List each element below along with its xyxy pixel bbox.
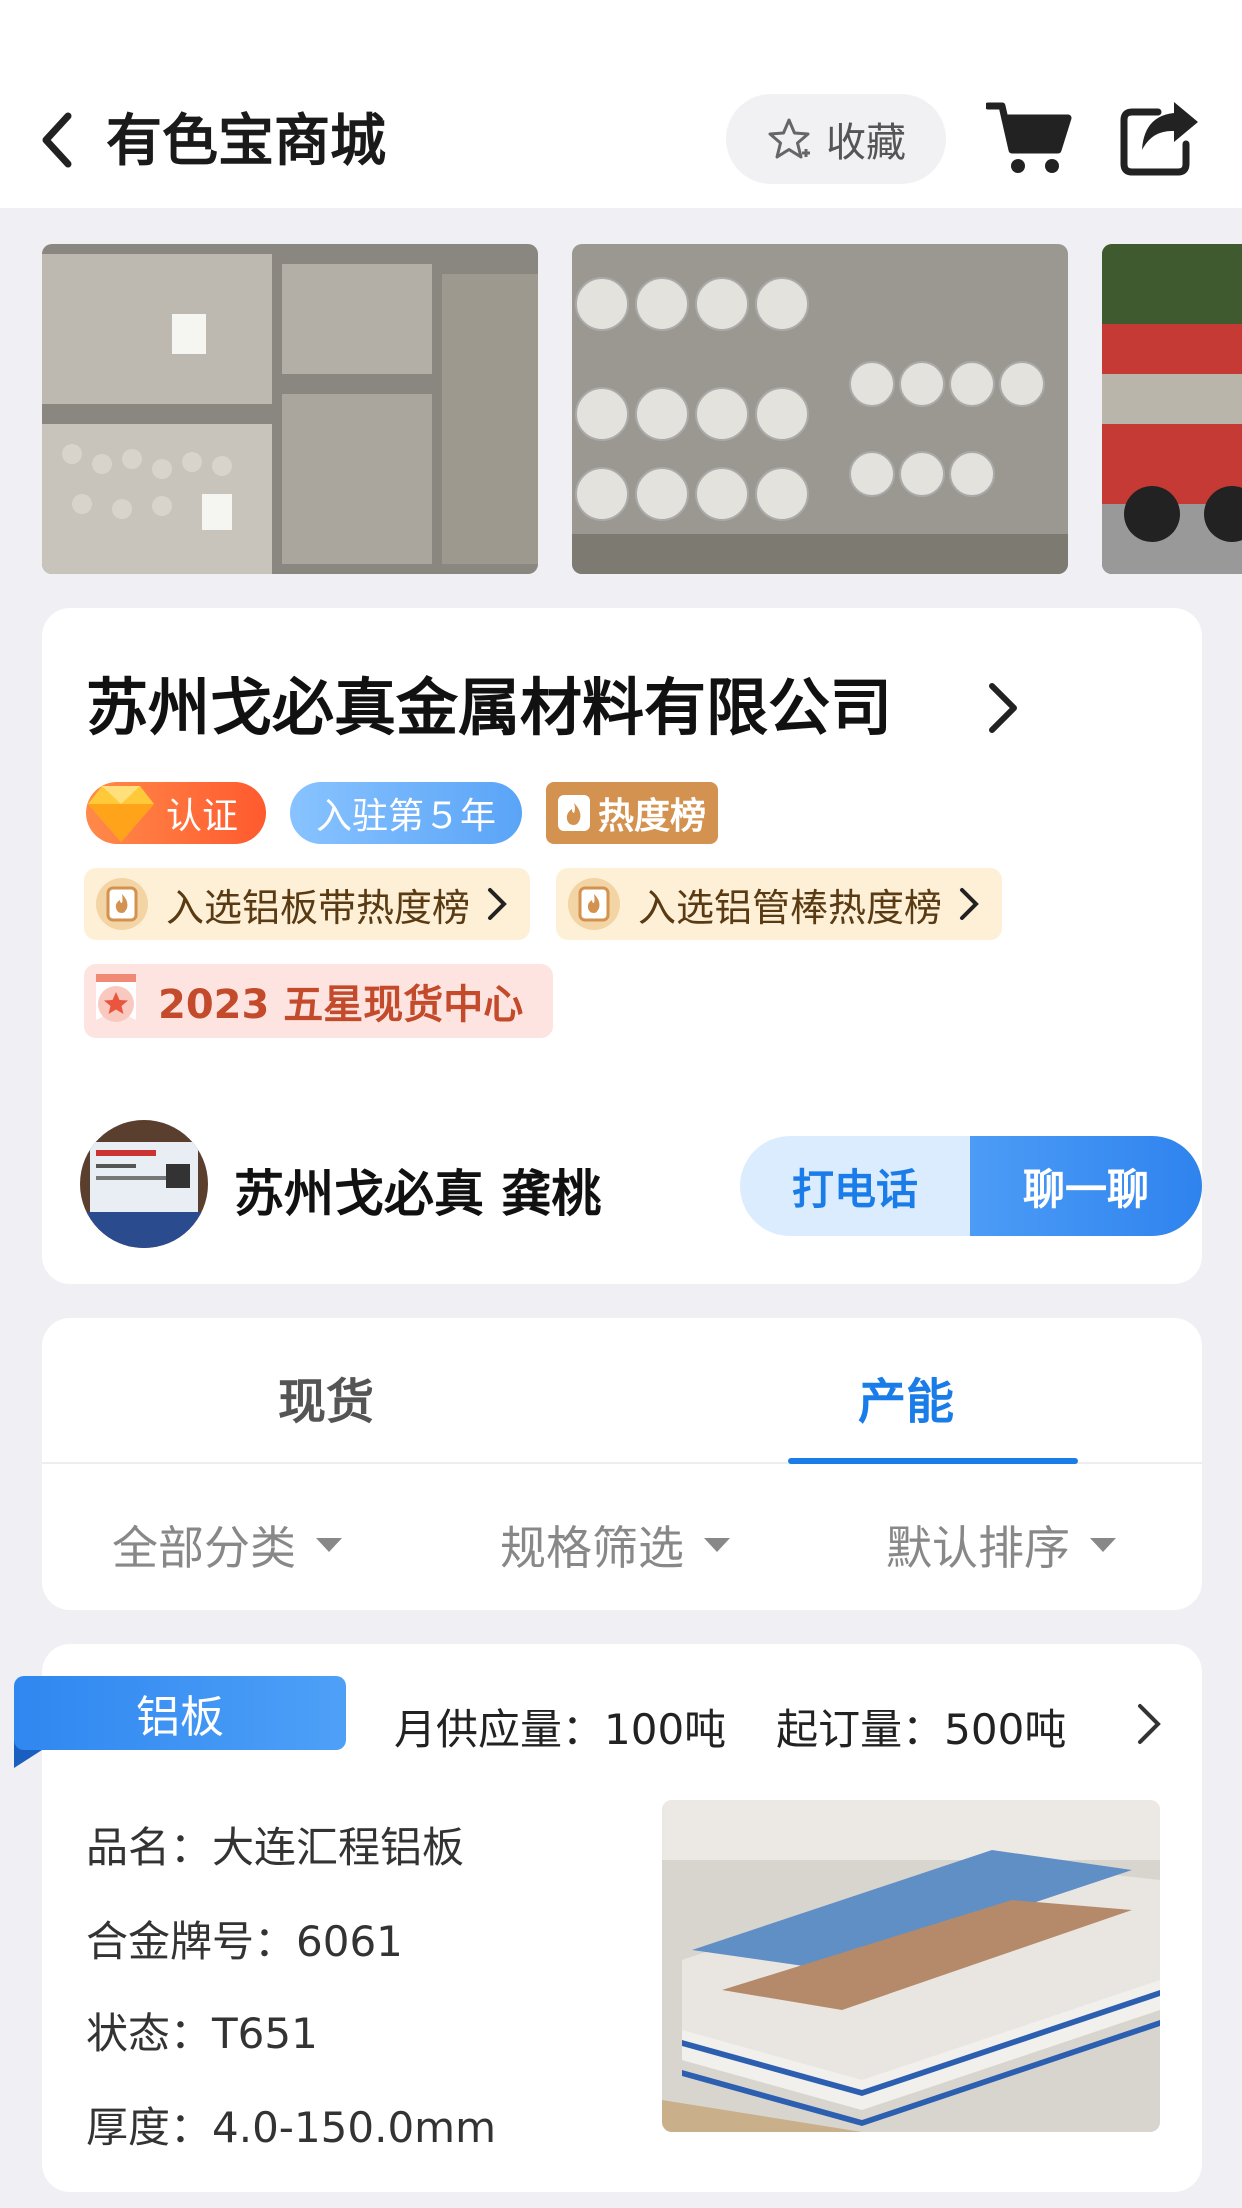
- favorite-button[interactable]: 收藏: [726, 94, 946, 184]
- caret-down-icon: [1090, 1538, 1116, 1552]
- active-tab-indicator: [788, 1458, 1078, 1464]
- thickness: 厚度：4.0-150.0mm: [86, 2103, 497, 2152]
- star-outline-icon: [768, 118, 810, 159]
- aluminum-bars-photo[interactable]: [42, 244, 538, 574]
- avatar[interactable]: [80, 1120, 208, 1248]
- sort-filter-label: 默认排序: [886, 1521, 1070, 1575]
- rank-label: 入选铝板带热度榜: [166, 885, 471, 930]
- certified-badge: 认证: [86, 782, 266, 844]
- min-order: 起订量：500吨: [776, 1705, 1067, 1754]
- favorite-label: 收藏: [826, 120, 906, 166]
- certified-label: 认证: [166, 796, 239, 837]
- years-badge: 入驻第５年: [290, 782, 523, 844]
- contact-buttons: 打电话 聊一聊: [740, 1136, 1202, 1236]
- chevron-right-icon[interactable]: [1136, 1702, 1162, 1746]
- star-ribbon-icon: [96, 974, 136, 1022]
- rank-link-aluminum-tube[interactable]: 入选铝管棒热度榜: [556, 868, 1003, 940]
- chevron-right-icon[interactable]: [982, 678, 1022, 738]
- contact-name: 苏州戈必真 龚桃: [234, 1165, 602, 1223]
- chevron-right-icon: [960, 888, 979, 920]
- company-name[interactable]: 苏州戈必真金属材料有限公司: [86, 668, 892, 748]
- rank-label: 入选铝管棒热度榜: [638, 885, 943, 930]
- hot-rank-badge: 热度榜: [546, 782, 719, 844]
- share-icon[interactable]: [1118, 98, 1202, 178]
- contact-row: 苏州戈必真 龚桃 打电话 聊一聊: [80, 1120, 1202, 1250]
- rank-link-aluminum-plate[interactable]: 入选铝板带热度榜: [84, 868, 531, 940]
- photo-gallery[interactable]: [0, 244, 1242, 576]
- aluminum-sheet-photo[interactable]: [662, 1800, 1160, 2132]
- aluminum-rods-photo[interactable]: [572, 244, 1068, 574]
- product-name: 品名：大连汇程铝板: [86, 1823, 465, 1872]
- tab-capacity[interactable]: 产能: [858, 1362, 954, 1432]
- rank-badges: 入选铝板带热度榜 入选铝管棒热度榜: [84, 868, 1003, 940]
- sort-filter[interactable]: 默认排序: [886, 1512, 1118, 1578]
- company-card: 苏州戈必真金属材料有限公司 认证 入驻第５年 热度榜 入选铝板带热度榜 入选铝管…: [42, 608, 1202, 1284]
- spec-filter[interactable]: 规格筛选: [500, 1512, 732, 1578]
- call-button[interactable]: 打电话: [740, 1136, 970, 1236]
- category-filter-label: 全部分类: [112, 1521, 296, 1575]
- caret-down-icon: [316, 1538, 342, 1552]
- alloy-grade: 合金牌号：6061: [86, 1917, 403, 1966]
- supply-info: 月供应量：100吨 起订量：500吨: [394, 1696, 1066, 1757]
- page-title: 有色宝商城: [106, 109, 386, 174]
- flame-icon: [558, 795, 591, 831]
- badge-row: 认证 入驻第５年 热度榜: [86, 782, 719, 844]
- top-nav-bar: 有色宝商城 收藏: [0, 0, 1242, 208]
- spec-filter-label: 规格筛选: [500, 1521, 684, 1575]
- flame-medal-icon: [568, 878, 621, 930]
- cart-icon[interactable]: [986, 98, 1072, 178]
- chevron-right-icon: [488, 888, 507, 920]
- tab-stock[interactable]: 现货: [278, 1362, 374, 1432]
- temper-state: 状态：T651: [86, 2009, 318, 2058]
- hot-rank-label: 热度榜: [598, 796, 707, 837]
- category-tag: 铝板: [136, 1692, 224, 1743]
- five-star-label: 2023 五星现货中心: [158, 982, 524, 1028]
- diamond-icon: [88, 786, 154, 842]
- monthly-supply: 月供应量：100吨: [394, 1705, 727, 1754]
- category-filter[interactable]: 全部分类: [112, 1512, 344, 1578]
- caret-down-icon: [704, 1538, 730, 1552]
- tabs-card: 现货 产能 全部分类 规格筛选 默认排序: [42, 1318, 1202, 1610]
- five-star-badge: 2023 五星现货中心: [84, 964, 554, 1038]
- chat-button[interactable]: 聊一聊: [970, 1136, 1202, 1236]
- back-arrow-icon[interactable]: [38, 110, 78, 170]
- flame-medal-icon: [96, 878, 148, 930]
- truck-photo[interactable]: [1102, 244, 1242, 574]
